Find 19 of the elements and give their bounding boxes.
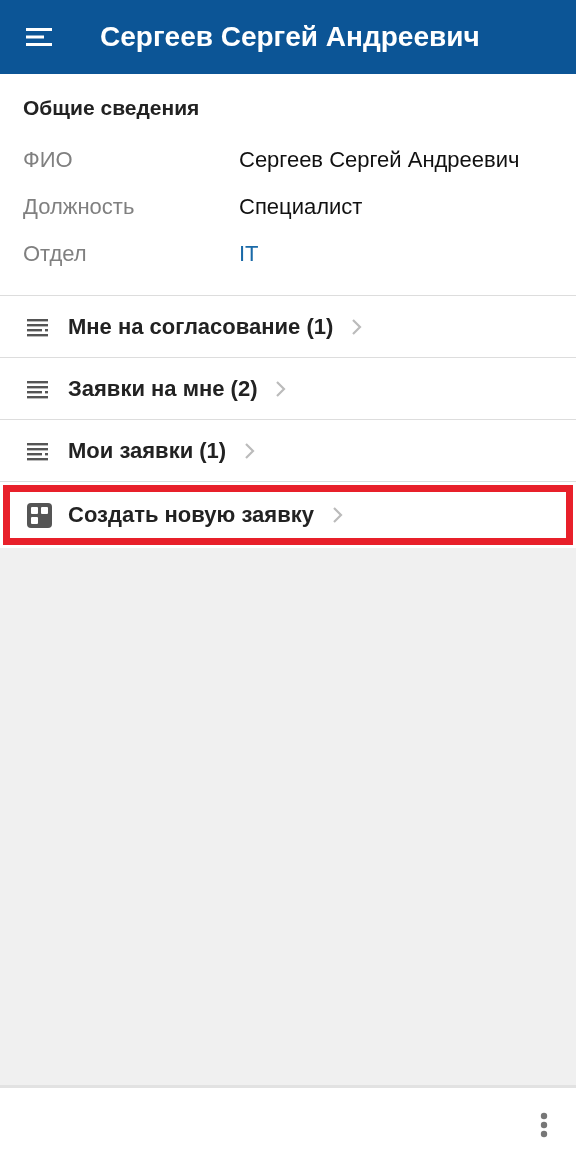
chevron-icon xyxy=(331,505,344,525)
chevron-icon xyxy=(351,316,364,337)
field-value: Специалист xyxy=(239,193,363,220)
field-value: Сергеев Сергей Андреевич xyxy=(239,146,520,173)
field-label: Должность xyxy=(23,193,136,220)
menu-item[interactable]: Мои заявки (1) xyxy=(0,420,576,482)
menu-item[interactable]: Мне на согласование (1) xyxy=(0,296,576,358)
department-link[interactable]: IT xyxy=(239,240,259,267)
more-icon[interactable] xyxy=(540,1112,548,1138)
menu-item[interactable]: Заявки на мне (2) xyxy=(0,358,576,420)
menu-icon[interactable] xyxy=(26,28,52,46)
page-title: Сергеев Сергей Андреевич xyxy=(100,21,480,53)
field-label: ФИО xyxy=(23,146,74,173)
field-label: Отдел xyxy=(23,240,88,267)
chevron-icon xyxy=(244,440,257,461)
section-heading: Общие сведения xyxy=(23,96,200,120)
grid-icon xyxy=(27,502,52,528)
chevron-icon xyxy=(275,378,288,399)
highlighted-menu-item[interactable]: Создать новую заявку xyxy=(0,482,576,548)
